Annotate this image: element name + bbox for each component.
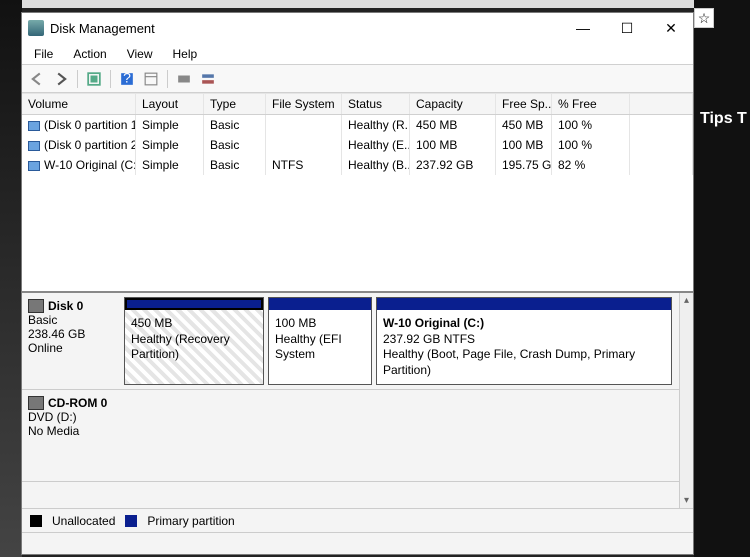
col-pct[interactable]: % Free [552,93,630,114]
col-free[interactable]: Free Sp... [496,93,552,114]
scroll-up-icon[interactable]: ▴ [682,293,691,308]
volume-header-row: Volume Layout Type File System Status Ca… [22,93,693,115]
scroll-down-icon[interactable]: ▾ [682,493,691,508]
disk-partitions [120,390,679,481]
volume-row[interactable]: (Disk 0 partition 1)SimpleBasicHealthy (… [22,115,693,135]
unallocated-swatch [30,515,42,527]
maximize-button[interactable]: ☐ [605,13,649,43]
disk-management-window: Disk Management — ☐ ✕ File Action View H… [21,12,694,555]
disk-header[interactable]: CD-ROM 0DVD (D:)No Media [22,390,120,481]
toolbar-icon-2[interactable] [140,68,162,90]
bg-text: Tips T [700,110,747,127]
legend: Unallocated Primary partition [22,508,693,532]
menu-view[interactable]: View [119,45,161,63]
disk-partitions: 450 MBHealthy (Recovery Partition)100 MB… [120,293,679,389]
disk-header[interactable]: Disk 0Basic238.46 GBOnline [22,293,120,389]
svg-text:?: ? [123,72,131,86]
col-fs[interactable]: File System [266,93,342,114]
disk-graphical-view: Disk 0Basic238.46 GBOnline450 MBHealthy … [22,293,693,508]
disk-row: Disk 0Basic238.46 GBOnline450 MBHealthy … [22,293,693,390]
toolbar-icon-4[interactable] [197,68,219,90]
titlebar[interactable]: Disk Management — ☐ ✕ [22,13,693,43]
volume-row[interactable]: (Disk 0 partition 2)SimpleBasicHealthy (… [22,135,693,155]
menu-file[interactable]: File [26,45,61,63]
partition[interactable]: W-10 Original (C:)237.92 GB NTFSHealthy … [376,297,672,385]
menu-action[interactable]: Action [65,45,114,63]
help-icon[interactable]: ? [116,68,138,90]
menubar: File Action View Help [22,43,693,65]
col-layout[interactable]: Layout [136,93,204,114]
legend-unallocated: Unallocated [52,514,115,528]
partition[interactable]: 100 MBHealthy (EFI System [268,297,372,385]
col-volume[interactable]: Volume [22,93,136,114]
disk-icon [28,396,44,410]
volume-icon [28,161,40,171]
disk-row: CD-ROM 0DVD (D:)No Media [22,390,693,482]
close-button[interactable]: ✕ [649,13,693,43]
volume-row[interactable]: W-10 Original (C:)SimpleBasicNTFSHealthy… [22,155,693,175]
app-icon [28,20,44,36]
disk-icon [28,299,44,313]
menu-help[interactable]: Help [165,45,206,63]
back-button[interactable] [26,68,48,90]
toolbar-icon-1[interactable] [83,68,105,90]
toolbar-icon-3[interactable] [173,68,195,90]
vertical-scrollbar[interactable]: ▴ ▾ [679,293,693,508]
window-title: Disk Management [50,21,561,36]
col-status[interactable]: Status [342,93,410,114]
statusbar [22,532,693,554]
primary-swatch [125,515,137,527]
volume-list[interactable]: Volume Layout Type File System Status Ca… [22,93,693,293]
legend-primary: Primary partition [147,514,234,528]
partition[interactable]: 450 MBHealthy (Recovery Partition) [124,297,264,385]
volume-icon [28,141,40,151]
volume-icon [28,121,40,131]
col-type[interactable]: Type [204,93,266,114]
toolbar: ? [22,65,693,93]
bookmark-star-icon[interactable]: ☆ [694,8,714,28]
minimize-button[interactable]: — [561,13,605,43]
forward-button[interactable] [50,68,72,90]
browser-tabstrip [22,0,694,8]
col-spare[interactable] [630,93,693,114]
col-capacity[interactable]: Capacity [410,93,496,114]
